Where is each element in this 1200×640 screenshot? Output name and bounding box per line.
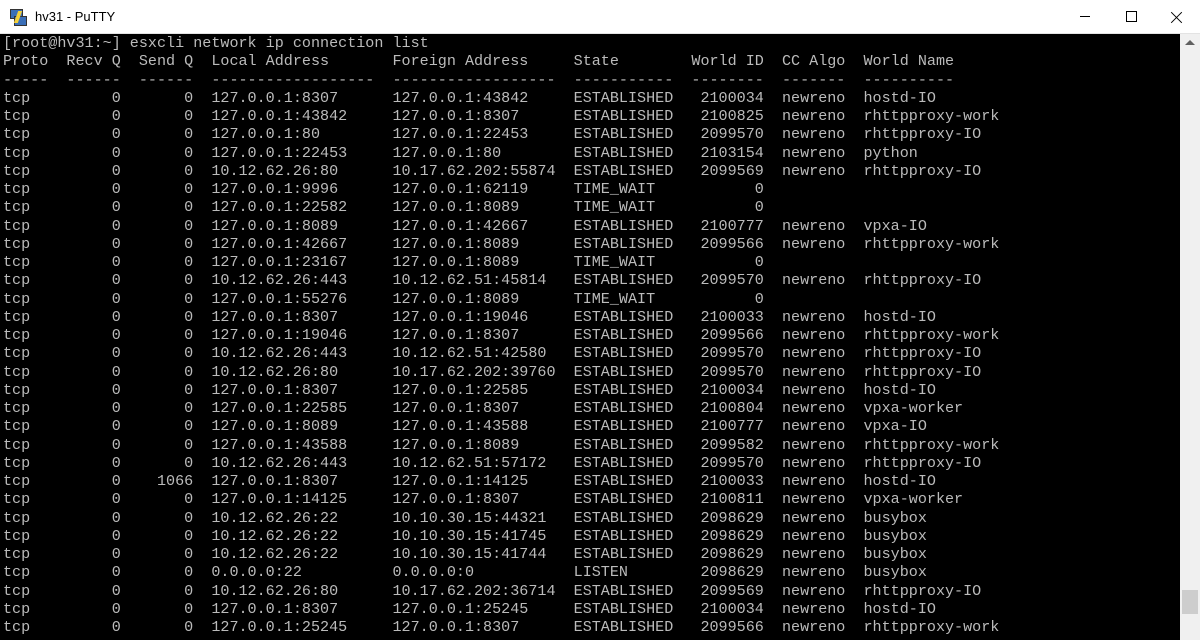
table-row: tcp 0 0 127.0.0.1:8089 127.0.0.1:42667 E… [3, 216, 927, 235]
table-row: tcp 0 0 127.0.0.1:25245 127.0.0.1:8307 E… [3, 618, 1000, 636]
table-row: tcp 0 0 127.0.0.1:43588 127.0.0.1:8089 E… [3, 435, 1000, 454]
table-row: tcp 0 0 127.0.0.1:55276 127.0.0.1:8089 T… [3, 289, 764, 308]
table-row: tcp 0 0 127.0.0.1:9996 127.0.0.1:62119 T… [3, 180, 764, 198]
table-row: tcp 0 0 127.0.0.1:8307 127.0.0.1:19046 E… [3, 307, 936, 326]
table-row: tcp 0 0 127.0.0.1:19046 127.0.0.1:8307 E… [3, 326, 1000, 344]
window-title: hv31 - PuTTY [35, 9, 116, 24]
maximize-icon [1125, 11, 1137, 22]
maximize-button[interactable] [1108, 0, 1154, 34]
chevron-up-icon [1185, 40, 1195, 45]
table-row: tcp 0 0 127.0.0.1:8307 127.0.0.1:43842 E… [3, 88, 936, 107]
table-row: tcp 0 0 127.0.0.1:22453 127.0.0.1:80 EST… [3, 143, 918, 162]
table-row: tcp 0 0 127.0.0.1:22585 127.0.0.1:8307 E… [3, 399, 964, 417]
table-row: tcp 0 0 127.0.0.1:43842 127.0.0.1:8307 E… [3, 107, 1000, 125]
table-row: tcp 0 0 10.12.62.26:80 10.17.62.202:5587… [3, 161, 982, 180]
table-row: tcp 0 0 10.12.62.26:80 10.17.62.202:3671… [3, 581, 982, 600]
terminal-output[interactable]: [root@hv31:~] esxcli network ip connecti… [0, 34, 1180, 640]
scrollbar-thumb[interactable] [1182, 590, 1198, 614]
table-row: tcp 0 0 127.0.0.1:80 127.0.0.1:22453 EST… [3, 125, 982, 144]
table-row: tcp 0 0 0.0.0.0:22 0.0.0.0:0 LISTEN 2098… [3, 563, 927, 582]
table-header: Proto Recv Q Send Q Local Address Foreig… [3, 52, 955, 71]
table-row: tcp 0 0 127.0.0.1:22582 127.0.0.1:8089 T… [3, 198, 764, 217]
table-row: tcp 0 0 10.12.62.26:443 10.12.62.51:5717… [3, 453, 982, 472]
minimize-button[interactable] [1062, 0, 1108, 34]
table-row: tcp 0 1066 127.0.0.1:8307 127.0.0.1:1412… [3, 472, 936, 490]
table-row: tcp 0 0 127.0.0.1:42667 127.0.0.1:8089 E… [3, 234, 1000, 253]
table-row: tcp 0 0 127.0.0.1:8307 127.0.0.1:25245 E… [3, 599, 936, 618]
window-titlebar[interactable]: hv31 - PuTTY [0, 0, 1200, 34]
table-row: tcp 0 0 10.12.62.26:443 10.12.62.51:4258… [3, 344, 982, 363]
vertical-scrollbar[interactable] [1180, 34, 1200, 640]
table-row: tcp 0 0 10.12.62.26:22 10.10.30.15:44321… [3, 508, 927, 527]
minimize-icon [1080, 16, 1090, 17]
table-row: tcp 0 0 127.0.0.1:8089 127.0.0.1:43588 E… [3, 417, 927, 436]
scroll-up-button[interactable] [1180, 34, 1200, 51]
table-row: tcp 0 0 127.0.0.1:14125 127.0.0.1:8307 E… [3, 490, 964, 509]
table-separator: ----- ------ ------ ------------------ -… [3, 70, 955, 89]
table-row: tcp 0 0 10.12.62.26:443 10.12.62.51:4581… [3, 271, 982, 290]
table-row: tcp 0 0 10.12.62.26:80 10.17.62.202:3976… [3, 362, 982, 381]
close-button[interactable] [1154, 0, 1200, 34]
table-row: tcp 0 0 127.0.0.1:23167 127.0.0.1:8089 T… [3, 253, 764, 271]
table-row: tcp 0 0 10.12.62.26:22 10.10.30.15:41745… [3, 526, 927, 545]
table-row: tcp 0 0 127.0.0.1:8307 127.0.0.1:22585 E… [3, 380, 936, 399]
putty-icon[interactable] [9, 8, 27, 26]
close-icon [1171, 11, 1183, 23]
table-row: tcp 0 0 10.12.62.26:22 10.10.30.15:41744… [3, 545, 927, 563]
command-prompt-line: [root@hv31:~] esxcli network ip connecti… [3, 34, 429, 52]
